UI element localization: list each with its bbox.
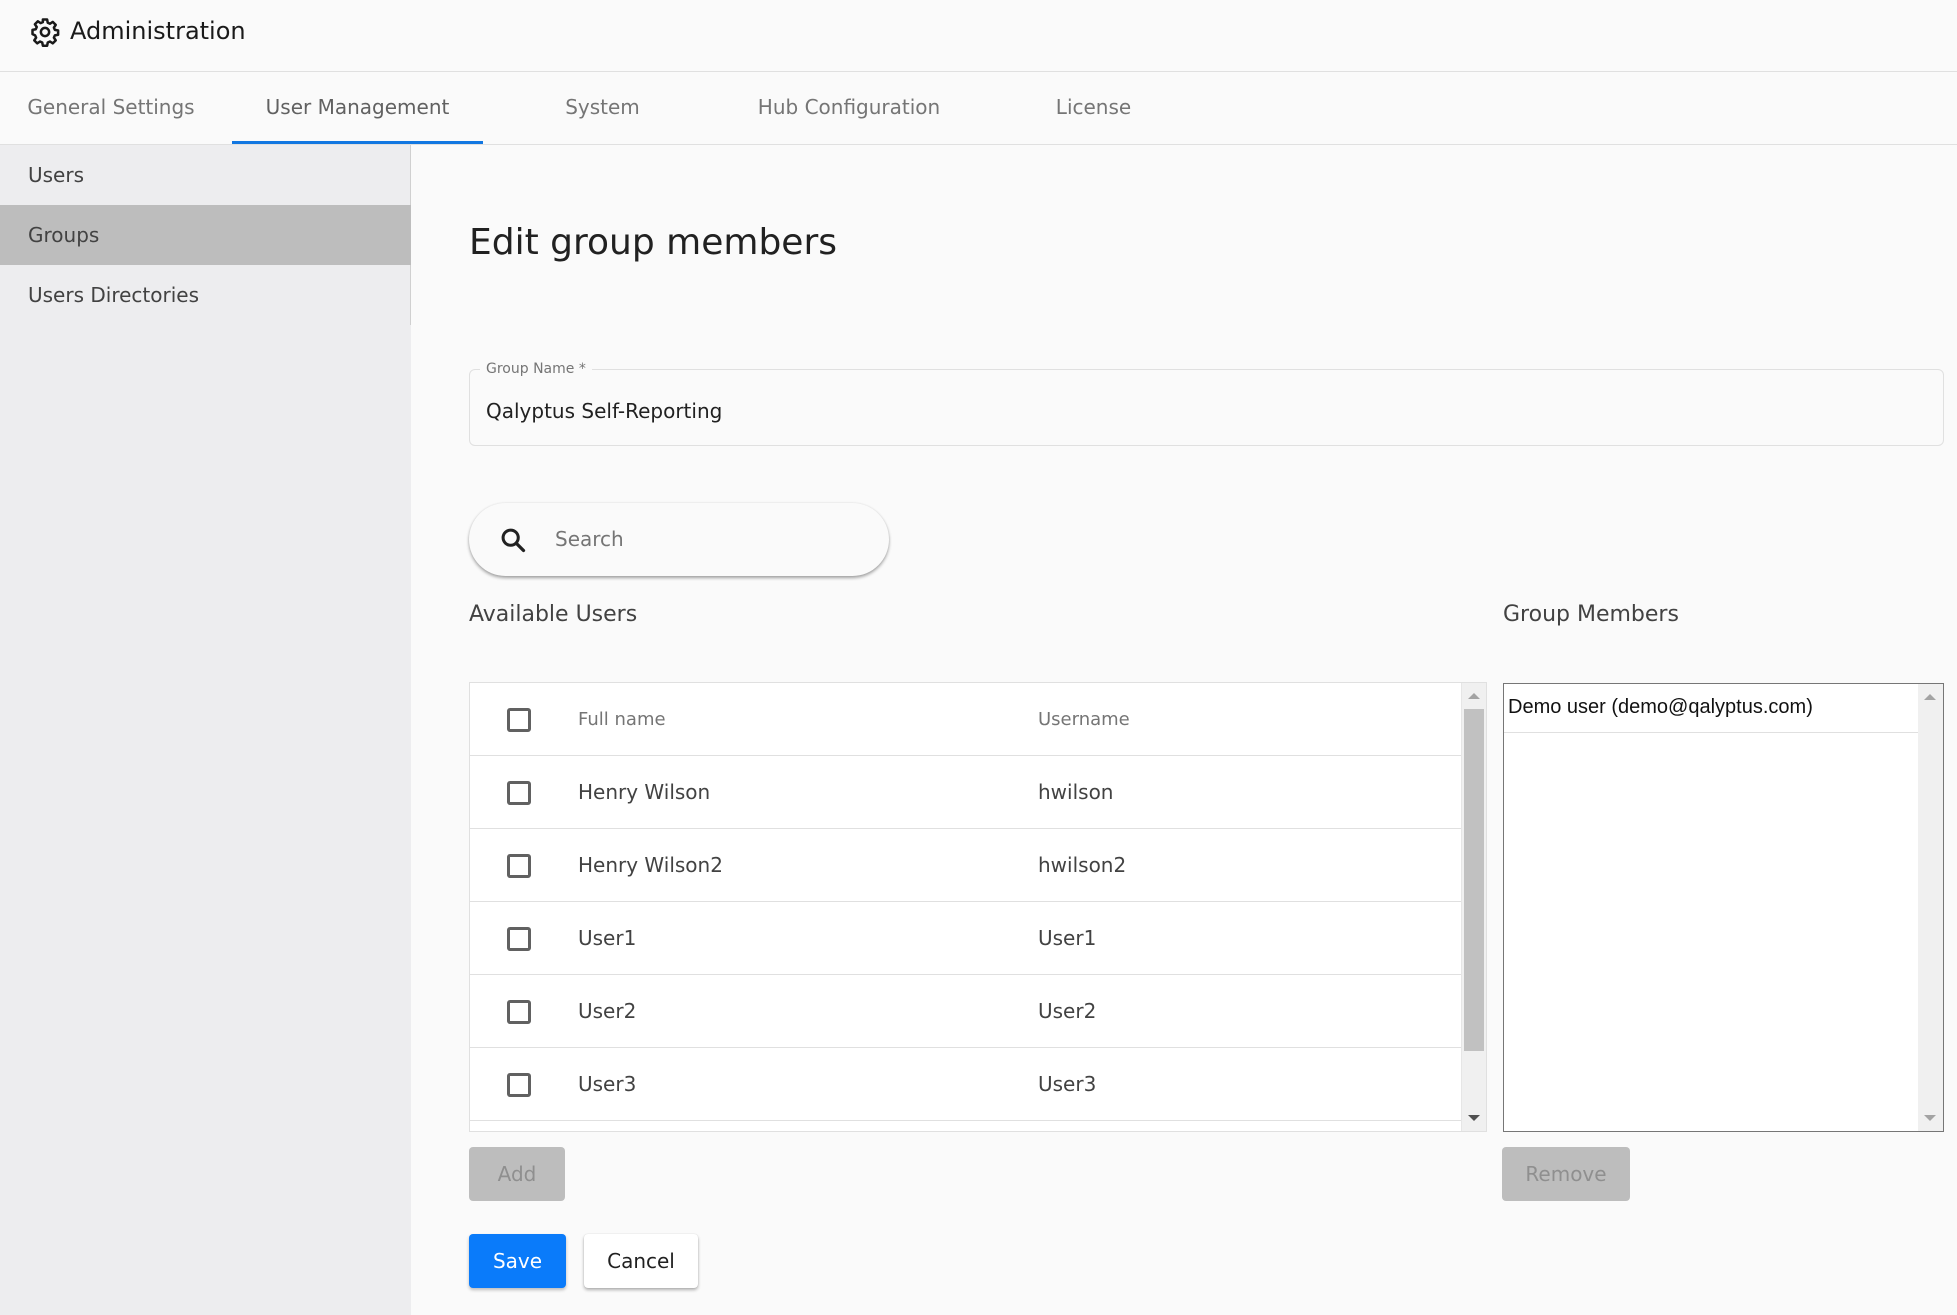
cell-full-name: User2: [578, 999, 637, 1023]
cell-username: User2: [1038, 999, 1097, 1023]
cell-username: hwilson: [1038, 780, 1114, 804]
column-header-full-name[interactable]: Full name: [578, 683, 666, 756]
add-button[interactable]: Add: [469, 1147, 565, 1201]
row-checkbox[interactable]: [507, 1073, 531, 1097]
table-row[interactable]: User3 User3: [470, 1048, 1462, 1121]
table-row[interactable]: User2 User2: [470, 975, 1462, 1048]
table-header-row: Full name Username: [470, 683, 1462, 756]
scroll-down-arrow-icon[interactable]: [1924, 1115, 1936, 1121]
sidebar: Users Groups Users Directories: [0, 145, 411, 1315]
search-icon: [501, 528, 526, 553]
table-row[interactable]: User1 User1: [470, 902, 1462, 975]
tab-user-management[interactable]: User Management: [232, 72, 483, 144]
scroll-up-arrow-icon[interactable]: [1468, 693, 1480, 699]
group-name-input[interactable]: Qalyptus Self-Reporting: [486, 398, 722, 424]
row-checkbox[interactable]: [507, 927, 531, 951]
row-checkbox[interactable]: [507, 1000, 531, 1024]
search-input[interactable]: [555, 519, 865, 559]
cell-full-name: Henry Wilson2: [578, 853, 723, 877]
available-users-table: Full name Username Henry Wilson hwilson …: [469, 682, 1487, 1132]
table-scrollbar[interactable]: [1461, 683, 1486, 1131]
group-members-list[interactable]: Demo user (demo@qalyptus.com): [1503, 683, 1944, 1132]
cancel-button[interactable]: Cancel: [584, 1234, 698, 1288]
tab-hub-configuration[interactable]: Hub Configuration: [740, 72, 958, 144]
select-all-checkbox[interactable]: [507, 708, 531, 732]
members-scrollbar[interactable]: [1918, 684, 1943, 1131]
cell-username: User3: [1038, 1072, 1097, 1096]
cell-full-name: User3: [578, 1072, 637, 1096]
sidebar-item-groups[interactable]: Groups: [0, 205, 411, 265]
column-header-username[interactable]: Username: [1038, 683, 1130, 756]
tab-general-settings[interactable]: General Settings: [0, 72, 222, 144]
group-members-label: Group Members: [1503, 602, 1679, 627]
row-checkbox[interactable]: [507, 854, 531, 878]
top-tabs: General Settings User Management System …: [0, 72, 1957, 145]
scroll-up-arrow-icon[interactable]: [1924, 694, 1936, 700]
scrollbar-thumb[interactable]: [1464, 709, 1484, 1051]
group-name-field[interactable]: Group Name * Qalyptus Self-Reporting: [469, 360, 1944, 446]
tab-system[interactable]: System: [520, 72, 685, 144]
page-title: Edit group members: [469, 222, 837, 263]
sidebar-item-users-directories[interactable]: Users Directories: [0, 265, 411, 325]
table-row[interactable]: Henry Wilson hwilson: [470, 756, 1462, 829]
cell-full-name: User1: [578, 926, 637, 950]
tab-license[interactable]: License: [1010, 72, 1177, 144]
table-row[interactable]: Henry Wilson2 hwilson2: [470, 829, 1462, 902]
remove-button[interactable]: Remove: [1502, 1147, 1630, 1201]
row-checkbox[interactable]: [507, 781, 531, 805]
app-header: Administration: [0, 0, 1957, 72]
scroll-down-arrow-icon[interactable]: [1468, 1115, 1480, 1121]
table-row[interactable]: [470, 1121, 1462, 1131]
cell-username: User1: [1038, 926, 1097, 950]
cell-username: hwilson2: [1038, 853, 1127, 877]
available-users-label: Available Users: [469, 602, 638, 627]
cell-full-name: Henry Wilson: [578, 780, 711, 804]
search-box[interactable]: [469, 503, 889, 576]
list-item[interactable]: Demo user (demo@qalyptus.com): [1504, 684, 1918, 733]
save-button[interactable]: Save: [469, 1234, 566, 1288]
app-title: Administration: [70, 17, 246, 45]
group-name-label: Group Name *: [480, 360, 592, 378]
sidebar-item-users[interactable]: Users: [0, 145, 411, 205]
gear-icon: [31, 18, 60, 47]
